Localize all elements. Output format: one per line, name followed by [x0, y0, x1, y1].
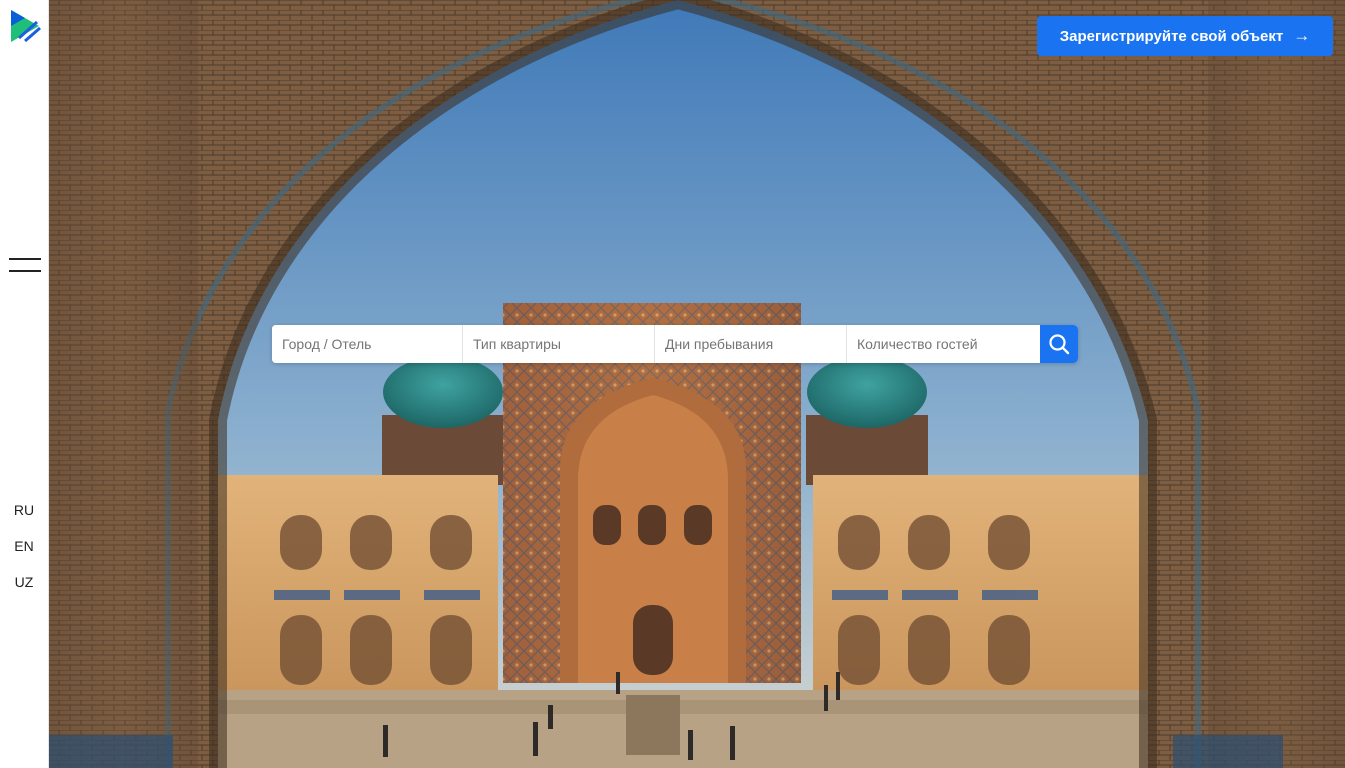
register-property-button[interactable]: Зарегистрируйте свой объект → — [1037, 16, 1333, 56]
guests-count-input[interactable] — [847, 325, 1040, 363]
search-bar — [272, 325, 1078, 363]
apartment-type-input[interactable] — [463, 325, 655, 363]
language-uz[interactable]: UZ — [0, 572, 48, 608]
sidebar: RU EN UZ — [0, 0, 49, 768]
stay-days-input[interactable] — [655, 325, 847, 363]
logo-icon[interactable] — [9, 8, 41, 44]
city-hotel-input[interactable] — [272, 325, 463, 363]
language-switcher: RU EN UZ — [0, 500, 48, 608]
search-button[interactable] — [1040, 325, 1078, 363]
language-ru[interactable]: RU — [0, 500, 48, 536]
language-en[interactable]: EN — [0, 536, 48, 572]
register-property-label: Зарегистрируйте свой объект — [1059, 27, 1284, 45]
hero-background-image — [48, 0, 1345, 768]
arrow-right-icon: → — [1293, 26, 1311, 45]
hamburger-menu-icon[interactable] — [9, 258, 41, 276]
search-icon — [1049, 334, 1070, 355]
